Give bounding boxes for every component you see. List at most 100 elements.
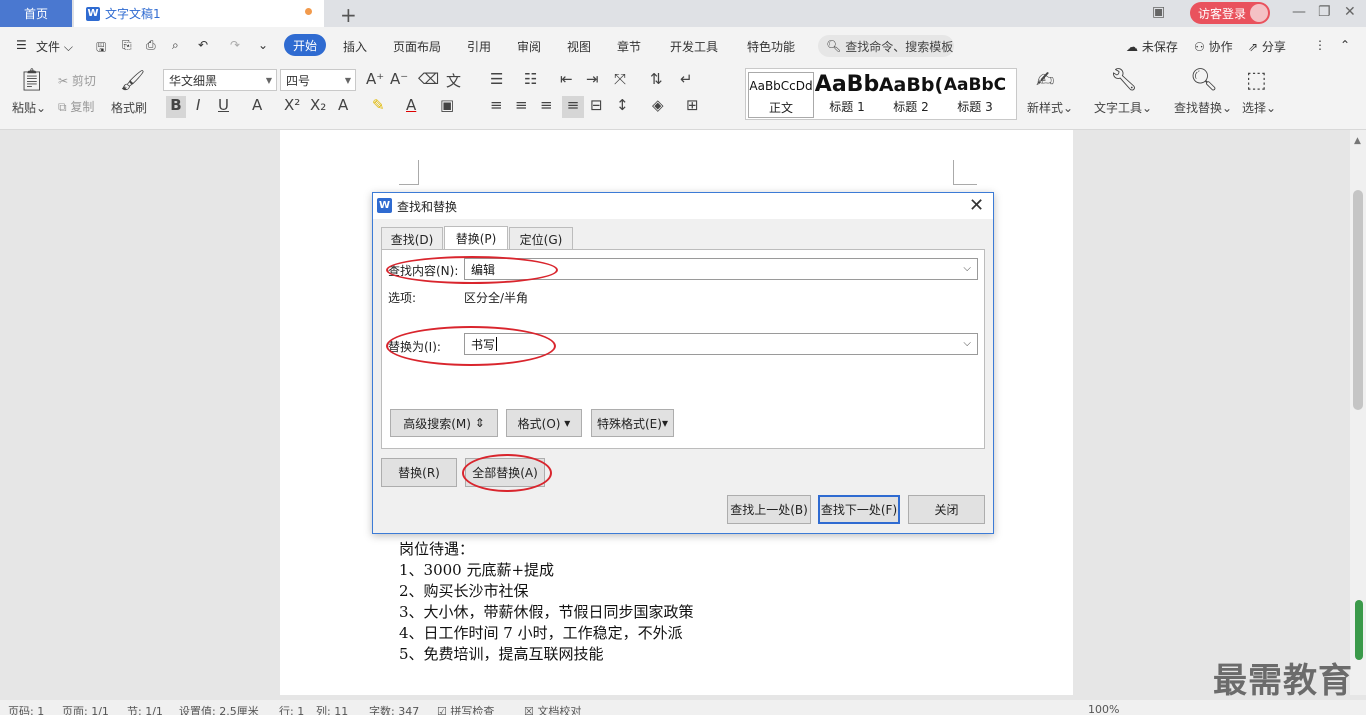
restore-icon[interactable]: ❐ <box>1318 4 1331 20</box>
tab-document[interactable]: W 文字文稿1 <box>74 0 324 27</box>
paste-icon[interactable]: 📋︎ <box>18 68 46 93</box>
menu-view[interactable]: 视图 <box>567 38 591 55</box>
select-icon[interactable]: ⬚ <box>1246 68 1267 93</box>
special-format-button[interactable]: 特殊格式(E) ▾ <box>591 409 674 437</box>
phonetic-icon[interactable]: 文 <box>446 70 461 91</box>
print-icon[interactable]: ⎙ <box>146 38 156 53</box>
distributed-icon[interactable]: ⊟ <box>590 96 603 114</box>
italic-icon[interactable]: I <box>196 96 200 114</box>
command-search[interactable]: 🔍︎ 查找命令、搜索模板 <box>818 35 954 57</box>
export-icon[interactable]: ⎘ <box>122 38 132 53</box>
shading-icon[interactable]: ◈ <box>652 96 664 114</box>
menu-chapter[interactable]: 章节 <box>617 38 641 55</box>
find-replace-button[interactable]: 查找替换⌄ <box>1174 99 1232 116</box>
save-icon[interactable]: 🖫 <box>96 38 106 59</box>
menu-icon[interactable]: ☰ <box>16 38 27 52</box>
sort-icon[interactable]: ⇅ <box>650 70 663 88</box>
strikethrough-icon[interactable]: A <box>252 96 262 114</box>
menu-developer[interactable]: 开发工具 <box>670 38 718 55</box>
redo-icon[interactable]: ↷ <box>230 38 240 52</box>
close-button[interactable]: 关闭 <box>908 495 985 524</box>
collaborate-button[interactable]: ⚇ 协作 <box>1194 38 1233 55</box>
new-style-button[interactable]: 新样式⌄ <box>1027 99 1073 116</box>
select-button[interactable]: 选择⌄ <box>1242 99 1276 116</box>
find-replace-icon[interactable]: 🔍︎ <box>1190 68 1218 93</box>
char-border-icon[interactable]: ▣ <box>440 96 454 114</box>
style-normal[interactable]: AaBbCcDd 正文 <box>748 72 814 118</box>
quick-access-dropdown-icon[interactable]: ⌄ <box>258 38 268 52</box>
zoom-level[interactable]: 100% <box>1088 703 1119 715</box>
copy-button[interactable]: ⧉ 复制 <box>58 98 94 115</box>
format-button[interactable]: 格式(O) ▾ <box>506 409 582 437</box>
align-center-icon[interactable]: ≡ <box>515 96 528 114</box>
underline-icon[interactable]: U <box>218 96 229 114</box>
menu-start[interactable]: 开始 <box>284 34 326 56</box>
menu-features[interactable]: 特色功能 <box>747 38 795 55</box>
dialog-titlebar[interactable]: 查找和替换 <box>373 193 993 219</box>
doc-proof-toggle[interactable]: ☒ 文档校对 <box>524 703 581 715</box>
line-spacing-icon[interactable]: ↕ <box>616 96 629 114</box>
font-name-select[interactable]: 华文细黑 ▼ <box>163 69 277 91</box>
menu-file[interactable]: 文件 ⌵ <box>36 38 73 55</box>
tab-home[interactable]: 首页 <box>0 0 72 27</box>
more-icon[interactable]: ⋮ <box>1314 38 1326 52</box>
superscript-icon[interactable]: X² <box>284 96 300 114</box>
undo-icon[interactable]: ↶ <box>198 38 208 52</box>
document-line[interactable]: 2、购买长沙市社保 <box>399 580 529 601</box>
tab-find[interactable]: 查找(D) <box>381 227 443 250</box>
menu-review[interactable]: 审阅 <box>517 38 541 55</box>
minimize-icon[interactable]: — <box>1292 4 1306 20</box>
tab-goto[interactable]: 定位(G) <box>509 227 573 250</box>
tab-replace[interactable]: 替换(P) <box>444 226 508 250</box>
numbered-list-icon[interactable]: ☷ <box>524 70 537 88</box>
login-button[interactable]: 访客登录 <box>1190 2 1270 24</box>
justify-icon[interactable]: ≡ <box>562 96 584 118</box>
font-size-select[interactable]: 四号 ▼ <box>280 69 356 91</box>
cut-button[interactable]: ✂ 剪切 <box>58 72 96 89</box>
menu-page-layout[interactable]: 页面布局 <box>393 38 441 55</box>
print-preview-icon[interactable]: ⌕ <box>172 38 179 53</box>
text-effect-icon[interactable]: A <box>338 96 348 114</box>
format-painter-icon[interactable]: 🖌︎ <box>120 68 145 92</box>
collapse-ribbon-icon[interactable]: ⌃ <box>1340 38 1350 52</box>
document-line[interactable]: 岗位待遇： <box>399 538 474 559</box>
style-heading-3[interactable]: AaBbC 标题 3 <box>942 72 1008 118</box>
clear-format-icon[interactable]: ⌫ <box>418 70 439 88</box>
document-line[interactable]: 4、日工作时间 7 小时，工作稳定，不外派 <box>399 622 683 643</box>
new-tab-button[interactable]: + <box>340 3 357 27</box>
style-heading-1[interactable]: AaBb 标题 1 <box>814 72 880 118</box>
document-line[interactable]: 5、免费培训，提高互联网技能 <box>399 643 604 664</box>
highlight-icon[interactable]: ✎ <box>372 96 385 114</box>
show-marks-icon[interactable]: ↵ <box>680 70 693 88</box>
close-window-icon[interactable]: ✕ <box>1344 4 1356 20</box>
advanced-search-button[interactable]: 高级搜索(M) ⇕ <box>390 409 498 437</box>
menu-references[interactable]: 引用 <box>467 38 491 55</box>
align-right-icon[interactable]: ≡ <box>540 96 553 114</box>
text-tools-button[interactable]: 文字工具⌄ <box>1094 99 1152 116</box>
borders-icon[interactable]: ⊞ <box>686 96 699 114</box>
paste-button[interactable]: 粘贴⌄ <box>12 99 46 116</box>
unsaved-status[interactable]: ☁ 未保存 <box>1126 38 1178 55</box>
font-color-icon[interactable]: A <box>406 96 416 114</box>
find-next-button[interactable]: 查找下一处(F) <box>818 495 900 524</box>
increase-indent-icon[interactable]: ⇥ <box>586 70 599 88</box>
scroll-up-icon[interactable]: ▲ <box>1354 136 1361 146</box>
spell-check-toggle[interactable]: ☑ 拼写检查 <box>437 703 494 715</box>
status-words[interactable]: 字数: 347 <box>369 703 419 715</box>
bullet-list-icon[interactable]: ☰ <box>490 70 503 88</box>
text-tools-icon[interactable]: 🔧︎ <box>1110 68 1138 93</box>
subscript-icon[interactable]: X₂ <box>310 96 326 114</box>
window-layout-icon[interactable]: ▣ <box>1152 4 1165 20</box>
document-line[interactable]: 3、大小休，带薪休假，节假日同步国家政策 <box>399 601 694 622</box>
decrease-indent-icon[interactable]: ⇤ <box>560 70 573 88</box>
replace-button[interactable]: 替换(R) <box>381 458 457 487</box>
style-heading-2[interactable]: AaBb( 标题 2 <box>878 72 944 118</box>
align-left-icon[interactable]: ≡ <box>490 96 503 114</box>
format-painter-button[interactable]: 格式刷 <box>111 99 147 116</box>
new-style-icon[interactable]: ✍ <box>1036 68 1054 93</box>
bold-icon[interactable]: B <box>166 96 186 118</box>
chinese-layout-icon[interactable]: ⤧ <box>614 70 626 88</box>
scrollbar-thumb[interactable] <box>1353 190 1363 410</box>
document-line[interactable]: 1、3000 元底薪+提成 <box>399 559 554 580</box>
grow-font-icon[interactable]: A⁺ <box>366 70 384 88</box>
